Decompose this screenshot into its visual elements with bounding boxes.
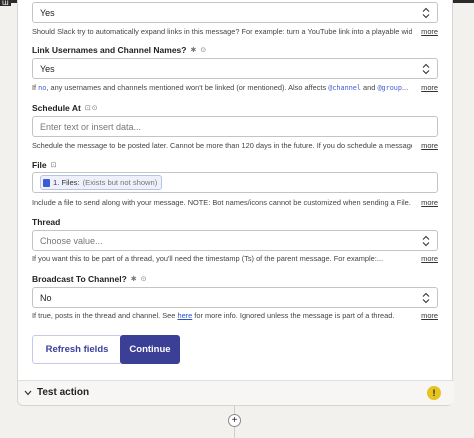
expand-links-select[interactable]: Yes (32, 2, 438, 23)
schedule-at-more-link[interactable]: more (421, 141, 438, 150)
test-action-section[interactable]: Test action ! (18, 381, 454, 405)
thread-more-link[interactable]: more (421, 254, 438, 263)
chip-step-label: 1. Files: (53, 178, 80, 187)
expand-links-description: Should Slack try to automatically expand… (32, 27, 412, 36)
link-usernames-value: Yes (40, 63, 55, 74)
broadcast-label: Broadcast To Channel? ✱ ⊙ (32, 274, 147, 284)
app-step-icon (43, 178, 50, 187)
warning-icon: ! (427, 386, 441, 400)
here-link[interactable]: here (177, 311, 192, 320)
file-input[interactable]: 1. Files: (Exists but not shown) (32, 172, 438, 193)
file-description: Include a file to send along with your m… (32, 198, 411, 207)
chevron-updown-icon (422, 7, 430, 19)
link-usernames-label: Link Usernames and Channel Names? ✱ ⊙ (32, 45, 207, 55)
test-action-label: Test action (37, 387, 90, 398)
action-config-card: Yes Should Slack try to automatically ex… (17, 0, 454, 406)
broadcast-value: No (40, 292, 52, 303)
schedule-at-description: Schedule the message to be posted later.… (32, 141, 412, 150)
corner-label: ɯ (0, 0, 11, 7)
chevron-down-icon (24, 390, 32, 396)
field-type-icons: ⊡ (50, 162, 58, 169)
refresh-fields-button[interactable]: Refresh fields (32, 335, 122, 364)
schedule-at-input[interactable]: Enter text or insert data... (32, 116, 438, 137)
thread-select[interactable]: Choose value... (32, 230, 438, 251)
thread-label: Thread (32, 217, 60, 227)
chevron-updown-icon (422, 292, 430, 304)
expand-links-more-link[interactable]: more (421, 27, 438, 36)
thread-placeholder: Choose value... (40, 235, 103, 246)
chevron-updown-icon (422, 235, 430, 247)
schedule-at-label-text: Schedule At (32, 103, 81, 113)
link-usernames-description: If no, any usernames and channels mentio… (32, 83, 409, 92)
continue-button[interactable]: Continue (120, 335, 180, 364)
file-more-link[interactable]: more (421, 198, 438, 207)
expand-links-value: Yes (40, 7, 55, 18)
file-label: File ⊡ (32, 160, 58, 170)
chip-note: (Exists but not shown) (82, 178, 158, 187)
broadcast-select[interactable]: No (32, 287, 438, 308)
add-step-button[interactable]: + (228, 414, 241, 427)
thread-description: If you want this to be part of a thread,… (32, 254, 384, 263)
schedule-at-placeholder: Enter text or insert data... (40, 121, 142, 132)
file-label-text: File (32, 160, 47, 170)
thread-label-text: Thread (32, 217, 61, 227)
required-info-icons: ✱ ⊙ (190, 47, 208, 54)
link-usernames-label-text: Link Usernames and Channel Names? (32, 45, 187, 55)
schedule-at-label: Schedule At ⊡⊙ (32, 103, 99, 113)
mapped-data-chip[interactable]: 1. Files: (Exists but not shown) (40, 175, 163, 190)
broadcast-description: If true, posts in the thread and channel… (32, 311, 395, 320)
link-usernames-more-link[interactable]: more (421, 83, 438, 92)
link-usernames-select[interactable]: Yes (32, 58, 438, 79)
broadcast-label-text: Broadcast To Channel? (32, 274, 127, 284)
chevron-updown-icon (422, 63, 430, 75)
required-info-icons: ✱ ⊙ (130, 276, 148, 283)
field-type-icons: ⊡⊙ (84, 105, 99, 112)
broadcast-more-link[interactable]: more (421, 311, 438, 320)
